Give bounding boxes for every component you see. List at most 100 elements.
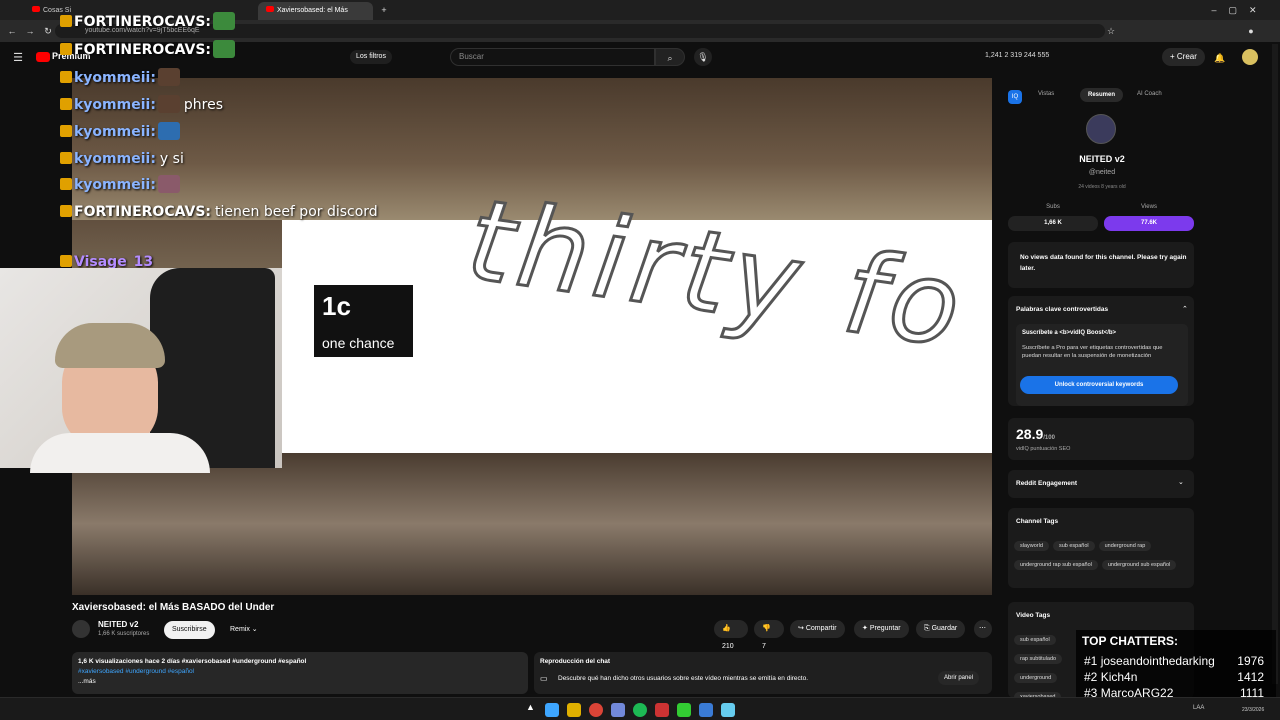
video-tag[interactable]: rap subtitulado: [1014, 654, 1063, 664]
chat-username: kyommeii:: [74, 97, 156, 113]
video-scene-bottom: [72, 453, 992, 595]
thumbs-down-icon: 👎: [762, 625, 771, 632]
expand-chevron-icon[interactable]: ⌄: [1178, 478, 1184, 486]
channel-tags-card: Channel Tags slayworld sub español undergr…: [1008, 508, 1194, 588]
chat-message: FORTINEROCAVS: tienen beef por discord: [60, 203, 378, 221]
chat-message: FORTINEROCAVS:: [60, 40, 239, 59]
video-tag[interactable]: sub español: [1014, 635, 1056, 645]
chatter-name: joseandointhedarking: [1100, 654, 1215, 668]
chat-text: phres: [183, 97, 224, 113]
forward-icon[interactable]: →: [24, 25, 36, 37]
collapse-chevron-icon[interactable]: ⌃: [1182, 305, 1188, 313]
filters-button[interactable]: Los filtros: [350, 50, 392, 64]
views-line: 1,6 K visualizaciones hace 2 días #xavie…: [78, 658, 307, 665]
more-link[interactable]: ...más: [78, 678, 96, 685]
back-icon[interactable]: ←: [6, 25, 18, 37]
save-button[interactable]: ⎘ Guardar: [916, 620, 966, 638]
system-date[interactable]: 23/3/2026: [1242, 707, 1264, 713]
video-details: Xaviersobased: el Más BASADO del Under N…: [72, 598, 992, 698]
chat-text: tienen beef por discord: [215, 204, 378, 220]
menu-icon[interactable]: ☰: [12, 52, 24, 64]
bookmark-icon: ⎘: [924, 625, 930, 632]
ask-button[interactable]: ✦ Preguntar: [854, 620, 909, 638]
vidiq-sidebar: IQ Vistas Resumen AI Coach NEITED v2 @ne…: [1004, 78, 1200, 702]
rank: #2: [1084, 670, 1098, 684]
channel-name[interactable]: NEITED v2: [98, 620, 138, 629]
channel-tag[interactable]: underground sub español: [1101, 560, 1177, 570]
channel-tag[interactable]: sub español: [1052, 541, 1095, 551]
like-count: 210: [722, 643, 734, 650]
channel-tag[interactable]: underground rap: [1098, 541, 1152, 551]
share-button[interactable]: ↪ Compartir: [790, 620, 845, 638]
bookmark-star-icon[interactable]: ☆: [1105, 25, 1117, 37]
notepad-icon[interactable]: [721, 703, 735, 717]
search-placeholder: Buscar: [459, 52, 484, 61]
file-explorer-icon[interactable]: [567, 703, 581, 717]
chat-message: kyommeii:: [60, 175, 184, 194]
discord-icon[interactable]: [611, 703, 625, 717]
chat-username: FORTINEROCAVS:: [74, 204, 212, 220]
app-icon[interactable]: [677, 703, 691, 717]
hashtags[interactable]: #xaviersobased #underground #español: [78, 668, 194, 675]
reload-icon[interactable]: ↻: [42, 25, 54, 37]
subscribe-button[interactable]: Suscribirse: [164, 621, 215, 639]
like-button[interactable]: 👍 210: [714, 620, 748, 650]
windows-start-icon[interactable]: [545, 703, 559, 717]
new-tab-icon[interactable]: +: [378, 4, 390, 16]
unlock-keywords-button[interactable]: Unlock controversial keywords: [1020, 376, 1178, 394]
sparkle-icon: ✦: [862, 625, 868, 632]
search-icon: ⌕: [667, 53, 673, 63]
channel-tag[interactable]: slayworld: [1014, 541, 1049, 551]
chat-emote-icon: [157, 122, 180, 140]
chat-username: kyommeii:: [74, 177, 156, 193]
tab-2[interactable]: Xaviersobased: el Más BASAD ✕: [258, 2, 373, 32]
channel-tag[interactable]: underground rap sub español: [1014, 560, 1098, 570]
subscribe-label: Suscribirse: [172, 626, 207, 633]
remix-button[interactable]: Remix ⌄: [222, 621, 266, 639]
more-actions-button[interactable]: ⋯: [974, 620, 992, 638]
youtube-logo-icon[interactable]: [36, 52, 50, 62]
description-box[interactable]: 1,6 K visualizaciones hace 2 días #xavie…: [72, 652, 528, 694]
video-tag[interactable]: underground: [1014, 673, 1058, 683]
search-button[interactable]: ⌕: [655, 48, 685, 66]
one-chance-small: one chance: [322, 335, 395, 351]
app-icon[interactable]: [655, 703, 669, 717]
dislike-button[interactable]: 👎 7: [754, 620, 784, 650]
top-chatter-row: #2 Kich4n 1412: [1084, 670, 1264, 684]
vidiq-tab-summary[interactable]: Resumen: [1080, 88, 1124, 102]
ask-label: Preguntar: [869, 625, 901, 632]
reddit-label: Reddit Engagement: [1016, 480, 1078, 487]
chat-replay-box: Reproducción del chat ▭ Descubre qué han…: [534, 652, 992, 694]
top-chatters-overlay: TOP CHATTERS: #1 joseandointhedarking 197…: [1076, 630, 1276, 700]
chrome-icon[interactable]: [589, 703, 603, 717]
channel-avatar[interactable]: [72, 620, 90, 638]
create-button[interactable]: + Crear: [1162, 48, 1205, 66]
chat-message: kyommeii:: [60, 122, 184, 141]
search-input[interactable]: Buscar: [450, 48, 655, 66]
window-controls[interactable]: –▢✕: [1210, 4, 1270, 16]
spotify-icon[interactable]: [633, 703, 647, 717]
chat-icon: ▭: [540, 674, 548, 683]
profile-avatar[interactable]: ●: [1245, 25, 1257, 37]
voice-search-button[interactable]: 🎙: [694, 48, 712, 66]
one-chance-logo: 1c one chance: [314, 285, 413, 357]
share-icon: ↪: [798, 625, 804, 632]
reddit-card[interactable]: Reddit Engagement ⌄: [1008, 470, 1194, 498]
language-indicator[interactable]: LAA: [1193, 705, 1204, 711]
open-panel-button[interactable]: Abrir panel: [938, 671, 980, 685]
chat-replay-desc: Descubre qué han dicho otros usuarios so…: [558, 675, 809, 682]
chat-emote-icon: [213, 12, 236, 30]
microphone-icon: 🎙: [697, 52, 709, 62]
top-chatter-row: #1 joseandointhedarking 1976: [1084, 654, 1264, 668]
steam-icon[interactable]: [699, 703, 713, 717]
open-panel-label: Abrir panel: [944, 675, 974, 681]
vidiq-tab-views[interactable]: Vistas: [1038, 91, 1054, 97]
account-avatar[interactable]: [1242, 49, 1258, 65]
chat-badge-icon: [60, 15, 72, 27]
chat-username: FORTINEROCAVS:: [74, 14, 212, 30]
chat-message: FORTINEROCAVS:: [60, 12, 239, 31]
notifications-bell-icon[interactable]: 🔔: [1214, 52, 1226, 64]
views-value: 77.6K: [1104, 216, 1194, 231]
vidiq-tab-ai-coach[interactable]: AI Coach: [1137, 91, 1162, 97]
page-scrollbar[interactable]: [1272, 44, 1278, 684]
